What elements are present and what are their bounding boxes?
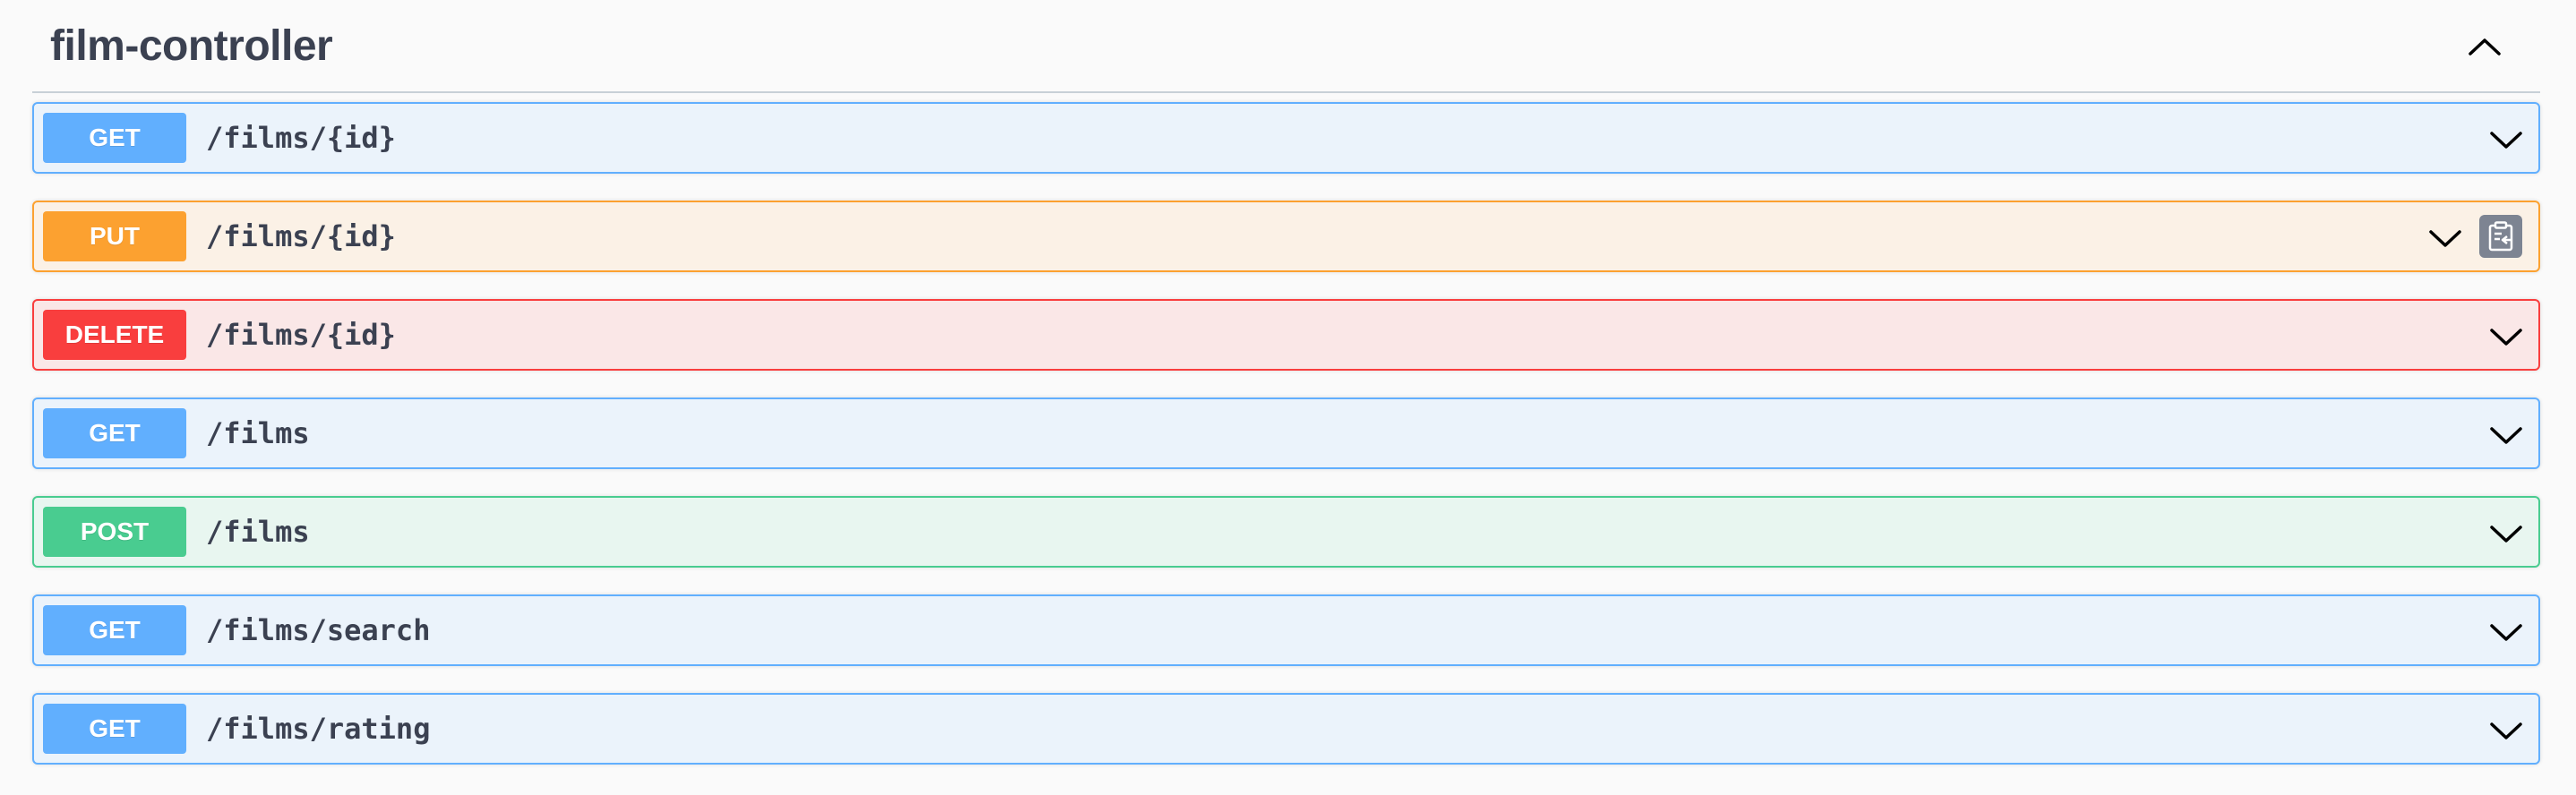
- method-badge: DELETE: [43, 310, 186, 360]
- operation-path: /films/rating: [206, 712, 431, 746]
- operation-get-films-search[interactable]: GET /films/search: [32, 594, 2540, 666]
- swagger-tag-section: film-controller GET /films/{id} PUT /fil…: [0, 0, 2576, 795]
- operation-path: /films/{id}: [206, 318, 396, 352]
- method-badge: GET: [43, 605, 186, 655]
- method-badge: POST: [43, 507, 186, 557]
- method-badge: GET: [43, 408, 186, 458]
- chevron-down-icon[interactable]: [2485, 611, 2528, 654]
- chevron-down-icon[interactable]: [2485, 709, 2528, 752]
- tag-header-film-controller[interactable]: film-controller: [32, 0, 2540, 93]
- chevron-down-icon[interactable]: [2485, 512, 2528, 555]
- operation-get-films-id[interactable]: GET /films/{id}: [32, 102, 2540, 174]
- operation-get-films[interactable]: GET /films: [32, 398, 2540, 469]
- operation-path: /films/search: [206, 613, 431, 647]
- chevron-down-icon[interactable]: [2485, 118, 2528, 161]
- tag-title: film-controller: [50, 21, 333, 70]
- operation-path: /films/{id}: [206, 219, 396, 253]
- operation-path: /films/{id}: [206, 121, 396, 155]
- operation-get-films-rating[interactable]: GET /films/rating: [32, 693, 2540, 765]
- chevron-down-icon[interactable]: [2485, 315, 2528, 358]
- chevron-up-icon[interactable]: [2465, 27, 2504, 66]
- operation-delete-films-id[interactable]: DELETE /films/{id}: [32, 299, 2540, 371]
- operation-post-films[interactable]: POST /films: [32, 496, 2540, 568]
- copy-to-clipboard-icon[interactable]: [2479, 215, 2522, 258]
- chevron-down-icon[interactable]: [2485, 414, 2528, 457]
- method-badge: GET: [43, 113, 186, 163]
- method-badge: PUT: [43, 211, 186, 261]
- method-badge: GET: [43, 704, 186, 754]
- operation-path: /films: [206, 416, 310, 450]
- operation-path: /films: [206, 515, 310, 549]
- operation-put-films-id[interactable]: PUT /films/{id}: [32, 201, 2540, 272]
- chevron-down-icon[interactable]: [2424, 217, 2467, 260]
